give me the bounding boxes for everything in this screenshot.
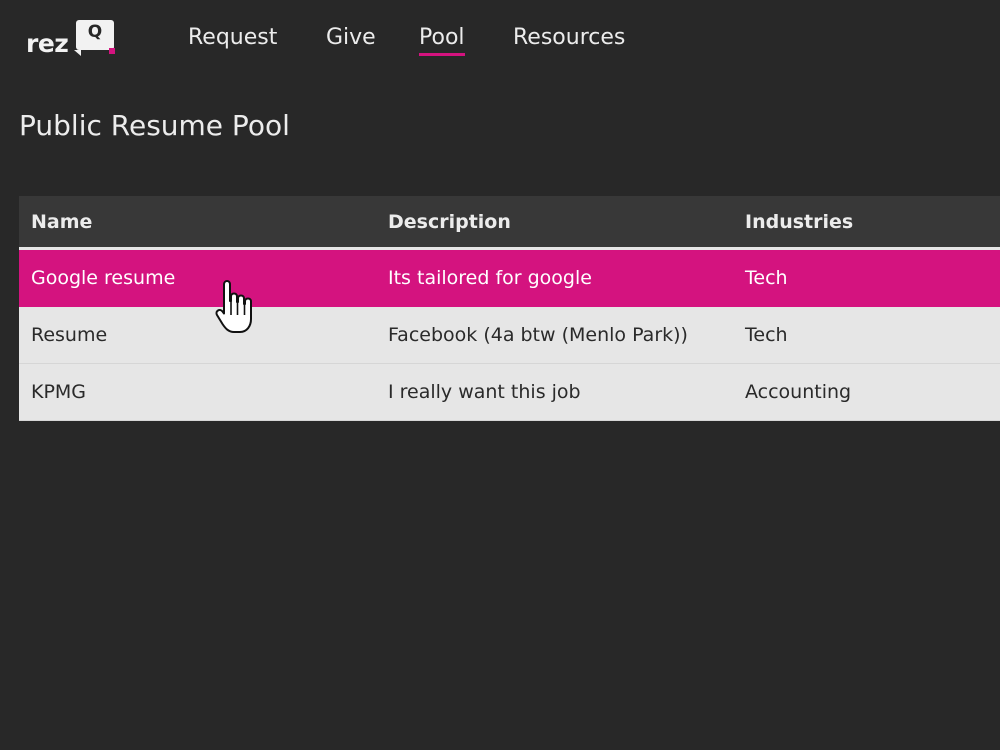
resume-pool-table: Name Description Industries Google resum…: [19, 196, 1000, 421]
table-header: Name Description Industries: [19, 196, 1000, 250]
cell-industries: Tech: [745, 267, 788, 289]
cell-industries: Tech: [745, 324, 788, 346]
logo-text: rez: [26, 29, 69, 58]
table-row[interactable]: Google resume Its tailored for google Te…: [19, 250, 1000, 307]
column-header-description[interactable]: Description: [388, 196, 511, 248]
logo-badge: Q: [76, 20, 114, 50]
cell-description: Facebook (4a btw (Menlo Park)): [388, 324, 688, 346]
nav-item-resources[interactable]: Resources: [513, 22, 625, 54]
column-header-name[interactable]: Name: [31, 196, 92, 248]
column-header-industries[interactable]: Industries: [745, 196, 853, 248]
rezq-logo[interactable]: rez Q: [24, 18, 116, 60]
top-navigation-bar: rez Q Request Give Pool Resources: [0, 0, 1000, 80]
logo-badge-letter: Q: [87, 22, 103, 42]
cell-name: Resume: [31, 324, 108, 346]
table-row[interactable]: Resume Facebook (4a btw (Menlo Park)) Te…: [19, 307, 1000, 364]
page-title: Public Resume Pool: [19, 109, 290, 142]
logo-speech-tail: [74, 50, 81, 56]
nav-item-give[interactable]: Give: [326, 22, 376, 54]
table-row[interactable]: KPMG I really want this job Accounting: [19, 364, 1000, 421]
logo-accent-dot: [109, 48, 115, 54]
cell-name: KPMG: [31, 381, 87, 403]
nav-item-pool[interactable]: Pool: [419, 22, 465, 56]
nav-item-request[interactable]: Request: [188, 22, 277, 54]
cell-description: I really want this job: [388, 381, 581, 403]
cell-industries: Accounting: [745, 381, 852, 403]
cell-name: Google resume: [31, 267, 176, 289]
cell-description: Its tailored for google: [388, 267, 592, 289]
